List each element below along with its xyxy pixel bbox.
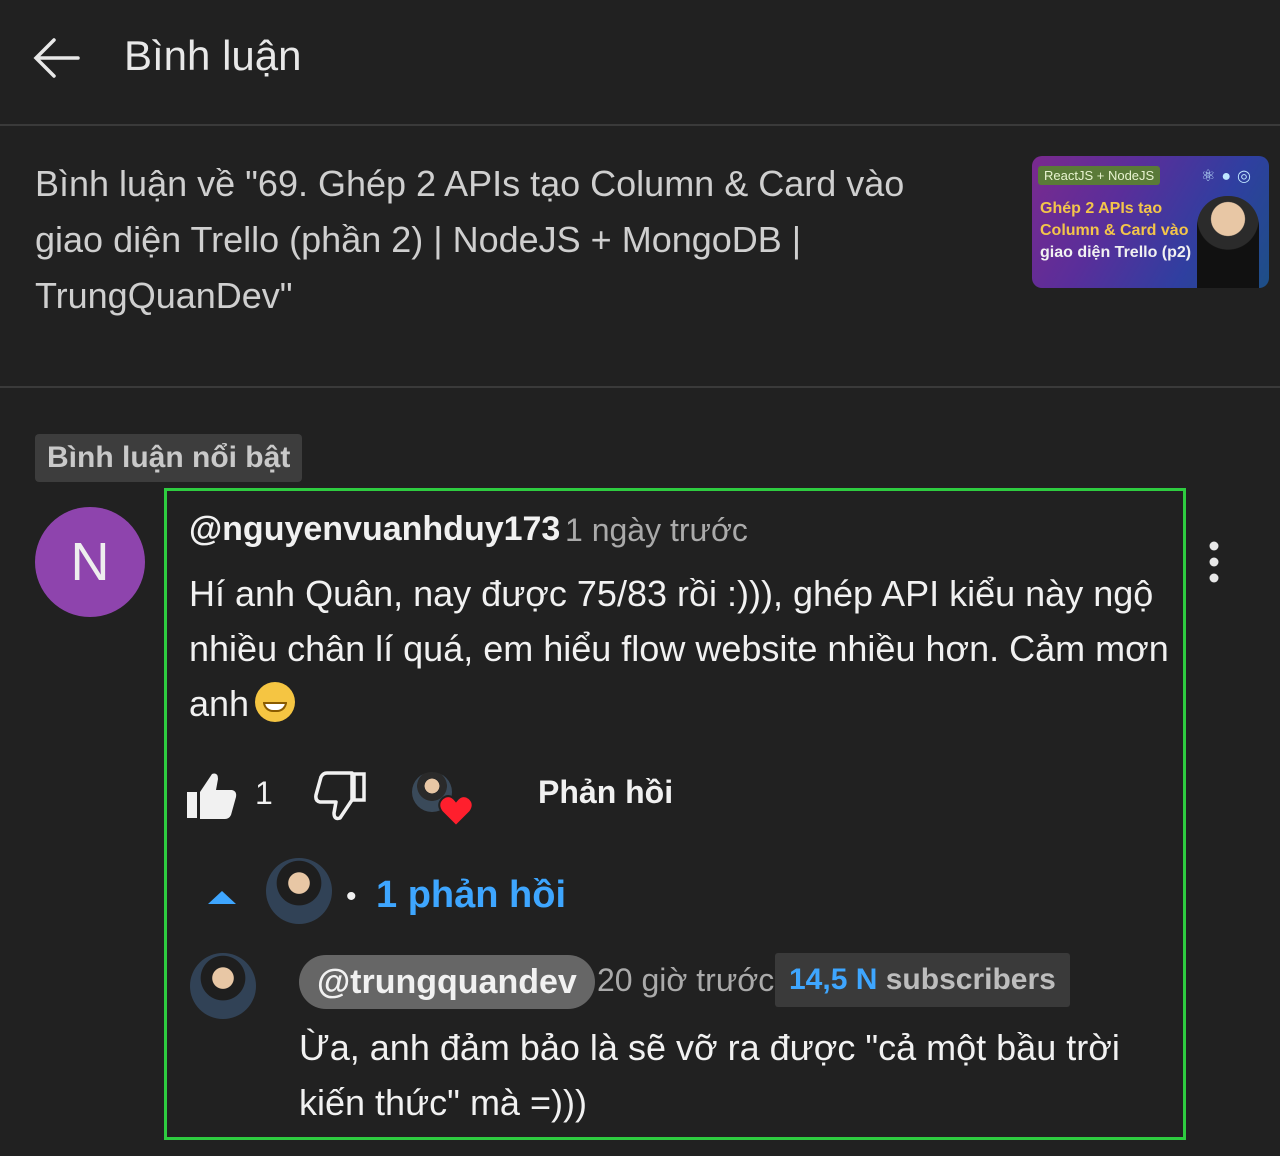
back-button[interactable] xyxy=(28,30,88,86)
subscriber-count: 14,5 N xyxy=(789,963,878,996)
replier-avatar-small xyxy=(266,858,332,924)
video-info: Bình luận về "69. Ghép 2 APIs tạo Column… xyxy=(0,126,1280,388)
thumbs-down-icon xyxy=(314,771,366,821)
comment-text: Hí anh Quân, nay được 75/83 rồi :))), gh… xyxy=(189,566,1169,731)
separator-dot: • xyxy=(346,880,357,913)
more-vertical-icon xyxy=(1209,541,1219,583)
reply-author[interactable]: @trungquandev xyxy=(299,955,595,1009)
highlighted-comment-badge: Bình luận nổi bật xyxy=(35,434,303,482)
avatar[interactable]: N xyxy=(35,507,145,617)
thumbnail-person-image xyxy=(1197,196,1259,288)
top-bar: Bình luận xyxy=(0,0,1280,126)
grinning-emoji-icon xyxy=(255,682,296,722)
thumbnail-line-3: giao diện Trello (p2) xyxy=(1040,244,1192,261)
like-count: 1 xyxy=(255,775,273,811)
video-thumbnail[interactable]: ReactJS + NodeJS ⚛●◎ Ghép 2 APIs tạo Col… xyxy=(1032,156,1269,288)
dislike-button[interactable] xyxy=(313,770,367,822)
like-button[interactable] xyxy=(185,770,239,822)
subscriber-count-badge: 14,5 N subscribers xyxy=(775,953,1070,1007)
more-options-button[interactable] xyxy=(1198,538,1230,586)
reply-button[interactable]: Phản hồi xyxy=(538,774,673,811)
thumbnail-line-1: Ghép 2 APIs tạo xyxy=(1040,200,1163,217)
tech-logos-icon: ⚛●◎ xyxy=(1201,168,1257,185)
thumbs-up-icon xyxy=(187,773,237,819)
reply-timestamp: 20 giờ trước xyxy=(597,962,775,998)
comment-text-body: Hí anh Quân, nay được 75/83 rồi :))), gh… xyxy=(189,573,1169,724)
video-caption: Bình luận về "69. Ghép 2 APIs tạo Column… xyxy=(35,163,905,316)
heart-icon xyxy=(438,795,474,828)
thumbnail-tag: ReactJS + NodeJS xyxy=(1038,166,1161,185)
replies-count[interactable]: 1 phản hồi xyxy=(376,874,566,917)
thumbnail-line-2: Column & Card vào xyxy=(1040,222,1189,239)
arrow-left-icon[interactable] xyxy=(28,30,88,86)
chevron-up-icon xyxy=(208,891,236,904)
page-title: Bình luận xyxy=(124,32,302,79)
subscriber-label: subscribers xyxy=(885,963,1056,996)
comment-author[interactable]: @nguyenvuanhduy173 xyxy=(189,510,560,549)
reply-text: Ừa, anh đảm bảo là sẽ vỡ ra được "cả một… xyxy=(299,1027,1120,1123)
creator-heart-badge xyxy=(412,772,474,830)
avatar[interactable] xyxy=(190,953,256,1019)
comment-timestamp: 1 ngày trước xyxy=(565,512,748,548)
